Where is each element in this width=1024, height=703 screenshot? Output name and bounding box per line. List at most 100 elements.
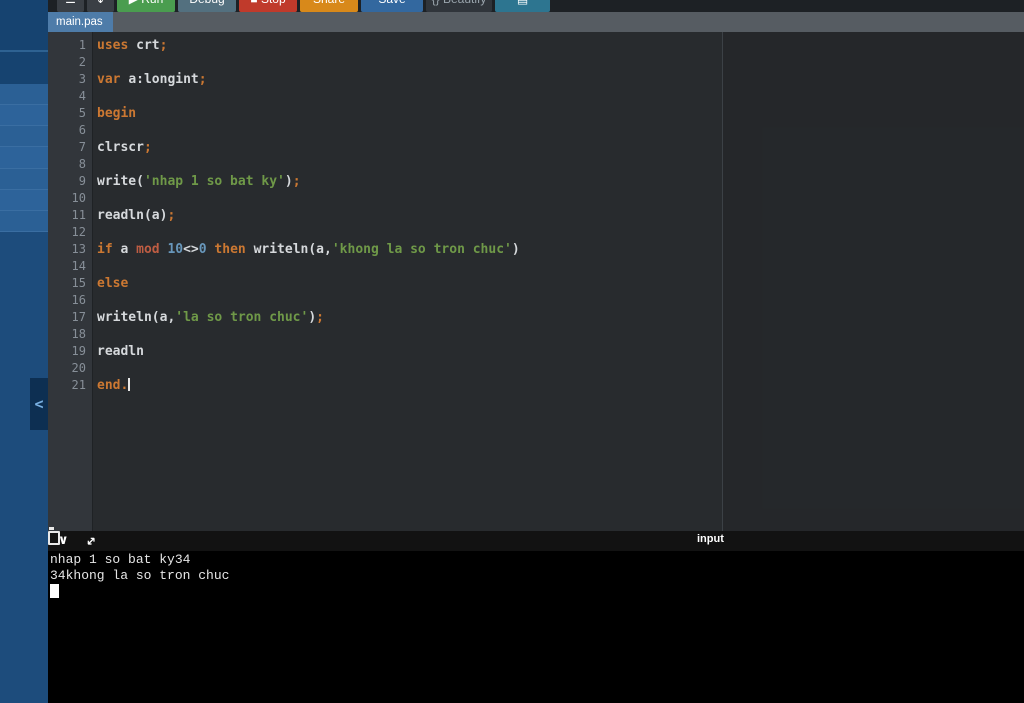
line-number: 8	[78, 157, 86, 171]
ide-window: < ☰⇣▶ RunDebug■ StopShareSave{} Beautify…	[0, 0, 1024, 703]
code-token: readln(a)	[97, 208, 168, 223]
sidebar-section-upper	[0, 52, 48, 84]
tab-bar: main.pas	[48, 12, 1024, 32]
line-number: 14	[71, 259, 86, 273]
console-output[interactable]: nhap 1 so bat ky34 34khong la so tron chu…	[50, 552, 229, 598]
sidebar-collapse-button[interactable]: <	[30, 378, 48, 430]
code-token: write(	[97, 174, 144, 189]
code-content: uses crt; var a:longint; begin clrscr; write…	[97, 37, 1024, 394]
main-area: ☰⇣▶ RunDebug■ StopShareSave{} Beautify▤ …	[48, 0, 1024, 703]
debug-button[interactable]: Debug	[178, 0, 236, 12]
beautify-button[interactable]: {} Beautify	[426, 0, 492, 12]
console-panel: ∨ ↔ input nhap 1 so bat ky34 34khong la s…	[48, 531, 1024, 703]
code-token: mod	[136, 242, 168, 257]
sidebar-section-top	[0, 0, 48, 50]
code-token: writeln(a,	[97, 310, 176, 325]
sidebar-row	[0, 210, 48, 232]
console-collapse-icon[interactable]: ∨	[58, 534, 69, 548]
run-button[interactable]: ▶ Run	[117, 0, 175, 12]
save-button[interactable]: Save	[361, 0, 423, 12]
stop-button[interactable]: ■ Stop	[239, 0, 297, 12]
sidebar-row	[0, 189, 48, 211]
line-number: 3	[78, 72, 86, 86]
code-token: begin	[97, 106, 137, 121]
code-line: else	[97, 275, 1024, 292]
console-layout-button[interactable]: ▤	[495, 0, 550, 12]
quick-actions-button[interactable]: ⇣	[87, 0, 114, 12]
sidebar-list	[0, 84, 48, 232]
line-number: 5	[78, 106, 86, 120]
code-token: a	[120, 242, 137, 257]
toolbar: ☰⇣▶ RunDebug■ StopShareSave{} Beautify▤	[48, 0, 1024, 12]
line-number: 10	[71, 191, 86, 205]
line-number: 19	[71, 344, 86, 358]
chevron-left-icon: <	[34, 395, 44, 413]
line-number: 1	[78, 38, 86, 52]
code-token: ;	[292, 174, 301, 189]
code-token: crt	[136, 38, 160, 53]
line-number: 7	[78, 140, 86, 154]
line-number: 11	[71, 208, 86, 222]
code-line: begin	[97, 105, 1024, 122]
line-number-gutter: 1 2 3 4 5 6 7 8 9 10 11 12 13 14 15 16 17 18 19 20 21	[48, 37, 93, 394]
console-header: ∨ ↔ input	[48, 531, 1024, 551]
code-token: ;	[159, 38, 168, 53]
code-token: ;	[143, 140, 152, 155]
console-expand-icon[interactable]: ↔	[83, 532, 100, 549]
code-token: )	[284, 174, 293, 189]
share-button[interactable]: Share	[300, 0, 358, 12]
code-line: clrscr;	[97, 139, 1024, 156]
code-token: .	[120, 378, 129, 393]
code-token: 0	[198, 242, 207, 257]
code-line: end.	[97, 377, 1024, 394]
sidebar-row	[0, 105, 48, 127]
code-token: a:longint	[128, 72, 199, 87]
code-line: readln	[97, 343, 1024, 360]
line-number: 6	[78, 123, 86, 137]
console-line: nhap 1 so bat ky34	[50, 552, 191, 567]
code-token: <>	[183, 242, 199, 257]
code-token: )	[308, 310, 317, 325]
console-input-label: input	[697, 533, 724, 545]
code-line: write('nhap 1 so bat ky');	[97, 173, 1024, 190]
code-token: writeln(a,	[253, 242, 332, 257]
code-token: readln	[97, 344, 144, 359]
code-line: readln(a);	[97, 207, 1024, 224]
line-number: 15	[71, 276, 86, 290]
tab-main-pas[interactable]: main.pas	[48, 12, 113, 32]
console-line: 34khong la so tron chuc	[50, 567, 230, 583]
code-line: if a mod 10<>0 then writeln(a,'khong la …	[97, 241, 1024, 258]
text-cursor	[128, 378, 131, 391]
menu-button[interactable]: ☰	[57, 0, 84, 12]
console-block-cursor	[50, 584, 59, 598]
sidebar-row	[0, 168, 48, 190]
line-number: 17	[71, 310, 86, 324]
line-number: 9	[78, 174, 86, 188]
line-number: 18	[71, 327, 86, 341]
code-token: 10	[167, 242, 184, 257]
line-number: 12	[71, 225, 86, 239]
left-sidebar: <	[0, 0, 48, 703]
code-token: )	[511, 242, 520, 257]
line-number: 21	[71, 378, 86, 392]
code-token: clrscr	[97, 140, 144, 155]
code-token: 'nhap 1 so bat ky'	[143, 174, 285, 189]
code-token: else	[97, 276, 129, 291]
code-token: ;	[167, 208, 176, 223]
code-token: ;	[198, 72, 207, 87]
code-token: end	[97, 378, 121, 393]
line-number: 16	[71, 293, 86, 307]
code-token: 'khong la so tron chuc'	[331, 242, 512, 257]
code-editor[interactable]: 1 2 3 4 5 6 7 8 9 10 11 12 13 14 15 16 17 18 19 20 21 uses c…	[48, 32, 1024, 531]
sidebar-row	[0, 84, 48, 106]
